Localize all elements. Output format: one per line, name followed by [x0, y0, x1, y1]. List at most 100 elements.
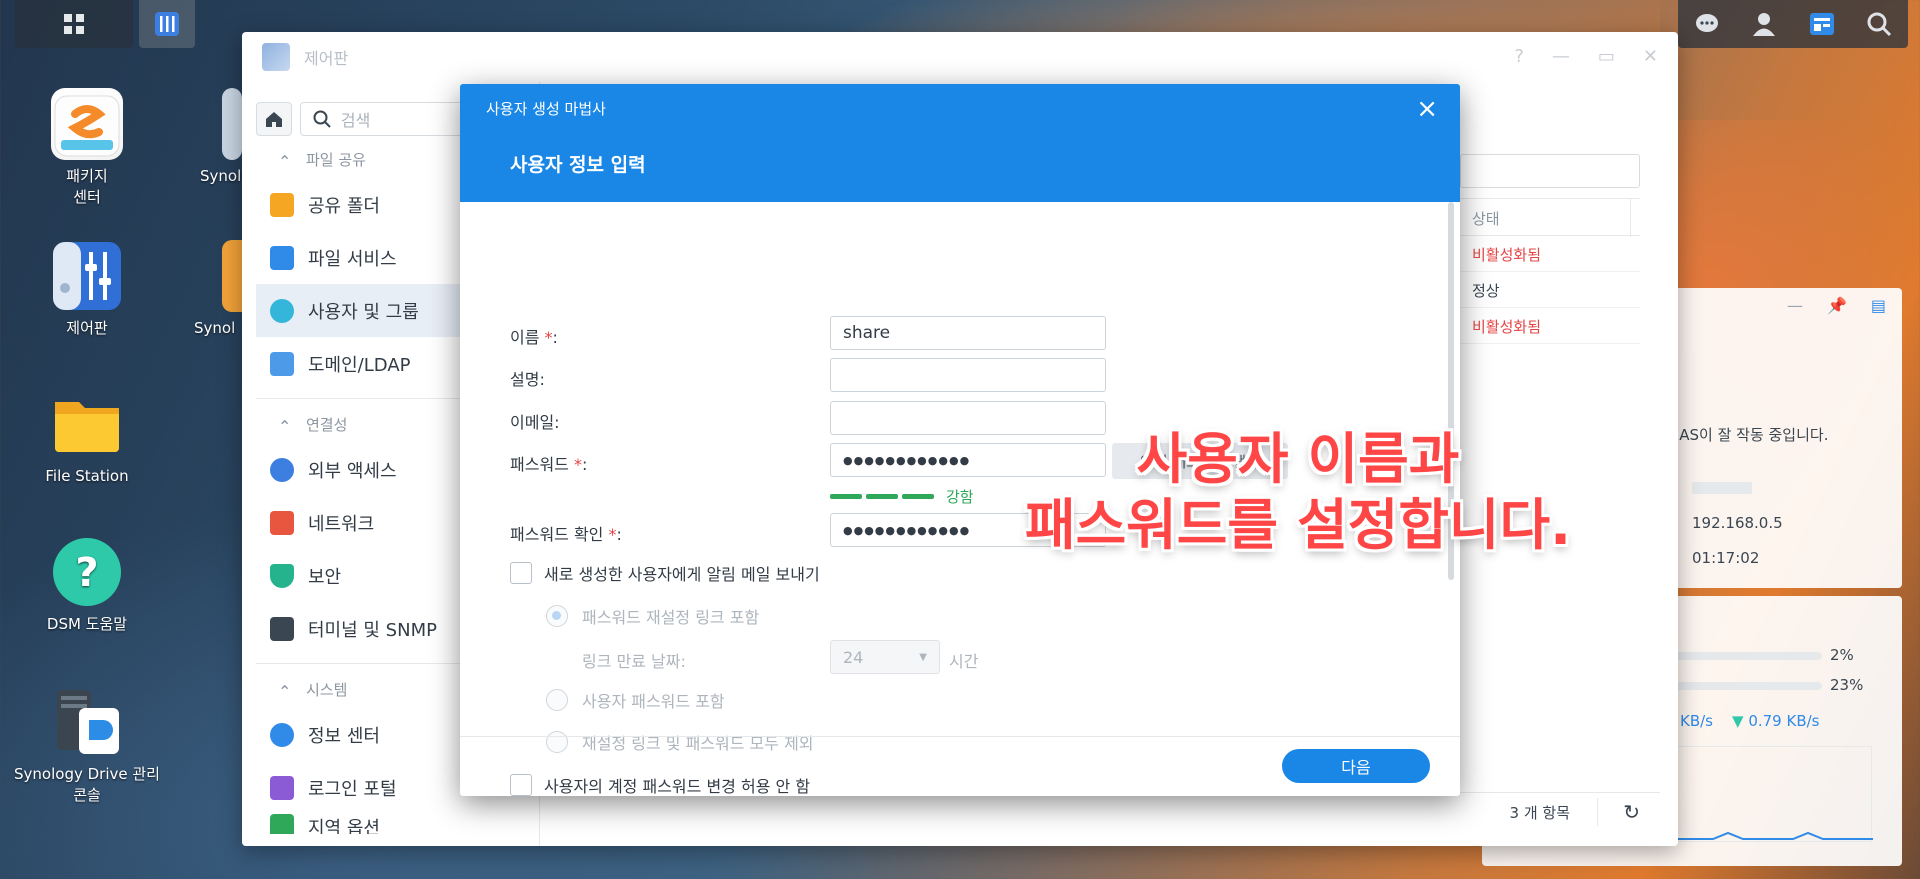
folder-icon — [51, 388, 123, 460]
sidebar-item-regional-options[interactable]: 지역 옵션 — [242, 814, 539, 834]
table-row[interactable]: 비활성화됨 — [1460, 236, 1640, 272]
name-label-text: 이름 — [510, 328, 540, 347]
desktop-icon-label: Synology Drive 관리 — [14, 765, 160, 783]
maximize-icon[interactable]: ▭ — [1598, 46, 1615, 67]
radio-include-password[interactable]: 사용자 패스워드 포함 — [546, 688, 725, 712]
strength-bar — [830, 494, 862, 499]
close-icon[interactable]: × — [1416, 94, 1438, 124]
control-panel-icon — [155, 12, 179, 36]
description-input[interactable] — [830, 358, 1106, 392]
desktop-icon-control-panel[interactable]: 제어판 — [12, 240, 162, 339]
password-label: 패스워드 *: — [510, 451, 587, 475]
required-mark: * — [573, 455, 582, 474]
desktop-icon-file-station[interactable]: File Station — [12, 388, 162, 487]
search-icon[interactable] — [1866, 11, 1892, 37]
help-icon[interactable]: ? — [1514, 46, 1524, 67]
section-header-label: 파일 공유 — [306, 151, 366, 169]
minimize-icon[interactable]: — — [1552, 46, 1570, 67]
radio-button[interactable] — [546, 689, 568, 711]
name-label: 이름 *: — [510, 324, 558, 348]
tutorial-caption: 사용자 이름과 패스워드를 설정합니다. — [1018, 426, 1578, 558]
select-value: 24 — [843, 647, 864, 667]
password-strength-meter: 강함 — [830, 486, 974, 507]
radio-button[interactable] — [546, 605, 568, 627]
label-colon: : — [581, 455, 588, 474]
control-panel-titlebar: 제어판 — [242, 32, 1678, 82]
search-placeholder: 검색 — [340, 111, 371, 130]
close-icon[interactable]: ✕ — [1643, 46, 1658, 67]
sidebar-item-label: 보안 — [308, 566, 342, 588]
ip-address: 192.168.0.5 — [1692, 514, 1783, 532]
sidebar-item-label: 정보 센터 — [308, 725, 380, 747]
status-cell: 정상 — [1472, 282, 1500, 300]
table-row[interactable]: 비활성화됨 — [1460, 308, 1640, 344]
notify-email-checkbox[interactable]: 새로 생성한 사용자에게 알림 메일 보내기 — [510, 561, 820, 585]
required-mark: * — [608, 525, 617, 544]
desktop-icon-label: 제어판 — [66, 319, 108, 337]
control-panel-icon — [51, 240, 123, 312]
upload-speed: KB/s — [1680, 712, 1713, 730]
help-icon: ? — [51, 536, 123, 608]
package-center-icon — [51, 88, 123, 160]
item-count: 3 개 항목 — [1509, 804, 1570, 822]
folder-user-icon — [270, 192, 294, 217]
desktop-icon-label: 패키지 — [66, 167, 108, 185]
checkbox-label: 새로 생성한 사용자에게 알림 메일 보내기 — [544, 565, 820, 584]
pin-icon[interactable]: 📌 — [1827, 296, 1847, 315]
minimize-icon[interactable]: — — [1787, 296, 1803, 315]
status-cell: 비활성화됨 — [1472, 246, 1542, 264]
svg-text:?: ? — [75, 550, 98, 596]
table-row[interactable]: 정상 — [1460, 272, 1640, 308]
dialog-header: 사용자 생성 마법사 × 사용자 정보 입력 — [460, 84, 1460, 202]
grid-icon — [64, 14, 84, 34]
refresh-icon[interactable]: ↻ — [1623, 800, 1640, 824]
external-access-icon — [270, 457, 294, 482]
confirm-password-label: 패스워드 확인 *: — [510, 521, 622, 545]
confirm-label-text: 패스워드 확인 — [510, 525, 604, 544]
expiry-unit-label: 시간 — [949, 652, 979, 671]
radio-label: 사용자 패스워드 포함 — [582, 692, 725, 711]
chevron-down-icon: ▼ — [919, 651, 927, 663]
desktop-icon-dsm-help[interactable]: ? DSM 도움말 — [12, 536, 162, 635]
radio-include-reset-link[interactable]: 패스워드 재설정 링크 포함 — [546, 604, 759, 628]
widgets-icon[interactable] — [1809, 11, 1835, 37]
dialog-title: 사용자 생성 마법사 — [486, 100, 606, 118]
network-chart — [1672, 746, 1873, 842]
search-icon — [313, 110, 331, 128]
main-menu-button[interactable] — [15, 0, 133, 48]
home-icon — [265, 112, 282, 127]
link-expiry-label: 링크 만료 날짜: — [582, 652, 686, 671]
filter-input[interactable] — [1460, 154, 1640, 188]
ram-percent: 23% — [1830, 676, 1864, 694]
login-portal-icon — [270, 775, 294, 800]
desktop-icon-package-center[interactable]: 패키지 센터 — [12, 88, 162, 208]
info-icon — [270, 722, 294, 747]
taskbar-left — [15, 0, 195, 48]
taskbar-control-panel-button[interactable] — [139, 0, 195, 48]
window-title: 제어판 — [304, 49, 349, 68]
strength-bar — [866, 494, 898, 499]
download-arrow-icon: ▼ — [1732, 712, 1744, 730]
name-input[interactable]: share — [830, 316, 1106, 350]
sidebar-item-label: 로그인 포털 — [308, 778, 397, 800]
users-icon — [270, 298, 294, 323]
sidebar-item-label: 지역 옵션 — [308, 818, 380, 834]
section-header-label: 연결성 — [306, 416, 348, 434]
link-expiry-select[interactable]: 24 ▼ — [830, 640, 940, 674]
regional-options-icon — [270, 814, 294, 834]
sidebar-item-label: 도메인/LDAP — [308, 354, 411, 376]
checkbox-box[interactable] — [510, 562, 532, 584]
status-column-header[interactable]: 상태 — [1472, 208, 1500, 229]
desktop-icon-label: DSM 도움말 — [46, 615, 128, 633]
desktop-icon-label: 센터 — [73, 188, 101, 206]
chat-icon[interactable] — [1694, 11, 1720, 37]
sidebar-item-label: 사용자 및 그룹 — [308, 301, 419, 323]
desktop-icon-synology-drive[interactable]: Synology Drive 관리 콘솔 — [12, 686, 162, 806]
control-panel-app-icon — [262, 43, 290, 71]
widget-menu-icon[interactable]: ▤ — [1871, 296, 1886, 315]
user-icon[interactable] — [1751, 11, 1777, 37]
window-controls: ? — ▭ ✕ — [1514, 46, 1658, 67]
download-speed-value: 0.79 KB/s — [1748, 712, 1820, 730]
home-button[interactable] — [256, 102, 292, 136]
next-button[interactable]: 다음 — [1282, 749, 1430, 783]
